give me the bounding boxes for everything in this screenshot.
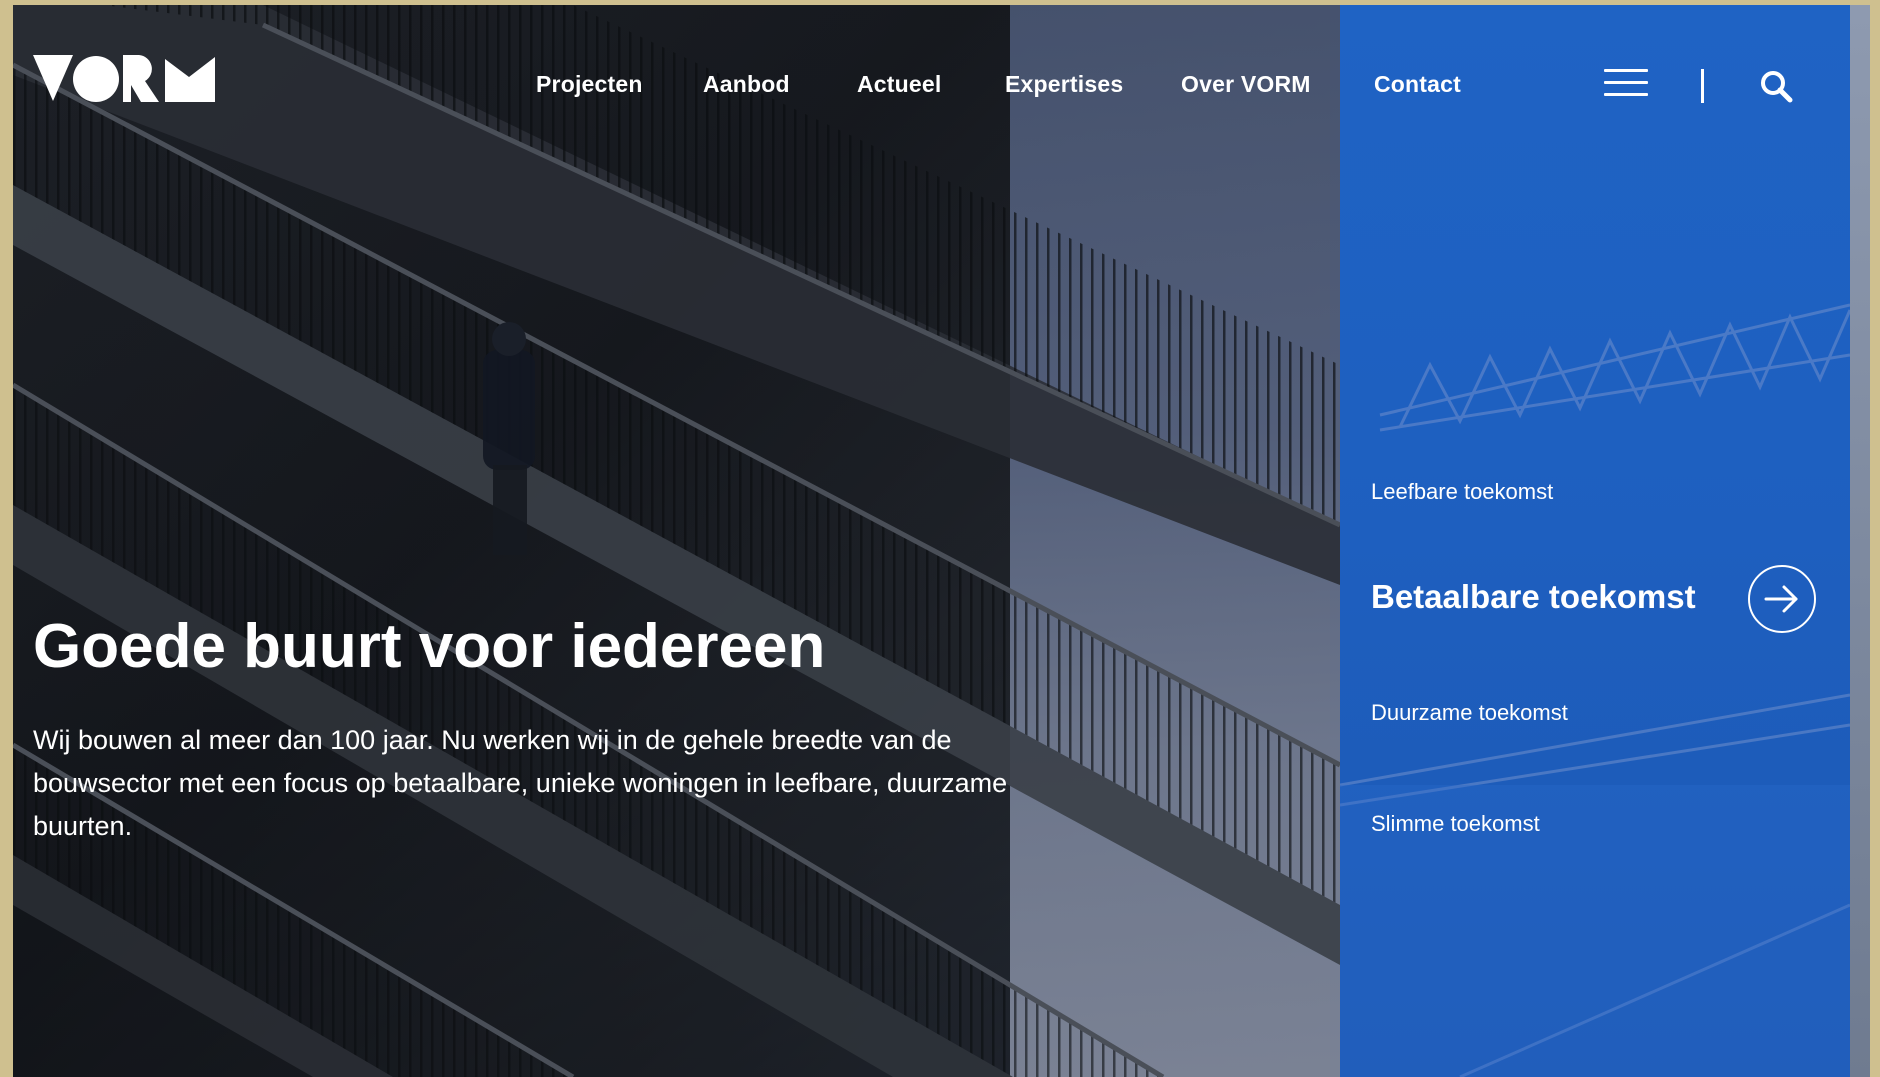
search-icon[interactable] <box>1759 69 1793 103</box>
panel-edge-photo <box>1850 5 1870 1077</box>
nav-actueel[interactable]: Actueel <box>857 71 941 98</box>
header-divider <box>1701 69 1704 103</box>
nav-over-vorm[interactable]: Over VORM <box>1181 71 1311 98</box>
panel-link-slimme-toekomst[interactable]: Slimme toekomst <box>1371 811 1540 837</box>
nav-expertises[interactable]: Expertises <box>1005 71 1123 98</box>
balcony-illustration <box>13 5 1340 1077</box>
arrow-right-circle-icon[interactable] <box>1748 565 1816 633</box>
hero-background-photo <box>13 5 1340 1077</box>
nav-contact[interactable]: Contact <box>1374 71 1461 98</box>
nav-aanbod[interactable]: Aanbod <box>703 71 790 98</box>
vorm-logo[interactable] <box>33 55 215 103</box>
panel-link-duurzame-toekomst[interactable]: Duurzame toekomst <box>1371 700 1568 726</box>
menu-icon[interactable] <box>1604 69 1648 99</box>
panel-link-leefbare-toekomst[interactable]: Leefbare toekomst <box>1371 479 1553 505</box>
crane-overlay <box>1340 303 1850 1077</box>
topics-panel <box>1340 5 1850 1077</box>
hero-title: Goede buurt voor iedereen <box>33 612 826 681</box>
panel-link-betaalbare-toekomst[interactable]: Betaalbare toekomst <box>1371 578 1696 616</box>
browser-viewport: Projecten Aanbod Actueel Expertises Over… <box>13 5 1870 1077</box>
hero-description: Wij bouwen al meer dan 100 jaar. Nu werk… <box>33 725 1008 841</box>
nav-projecten[interactable]: Projecten <box>536 71 643 98</box>
